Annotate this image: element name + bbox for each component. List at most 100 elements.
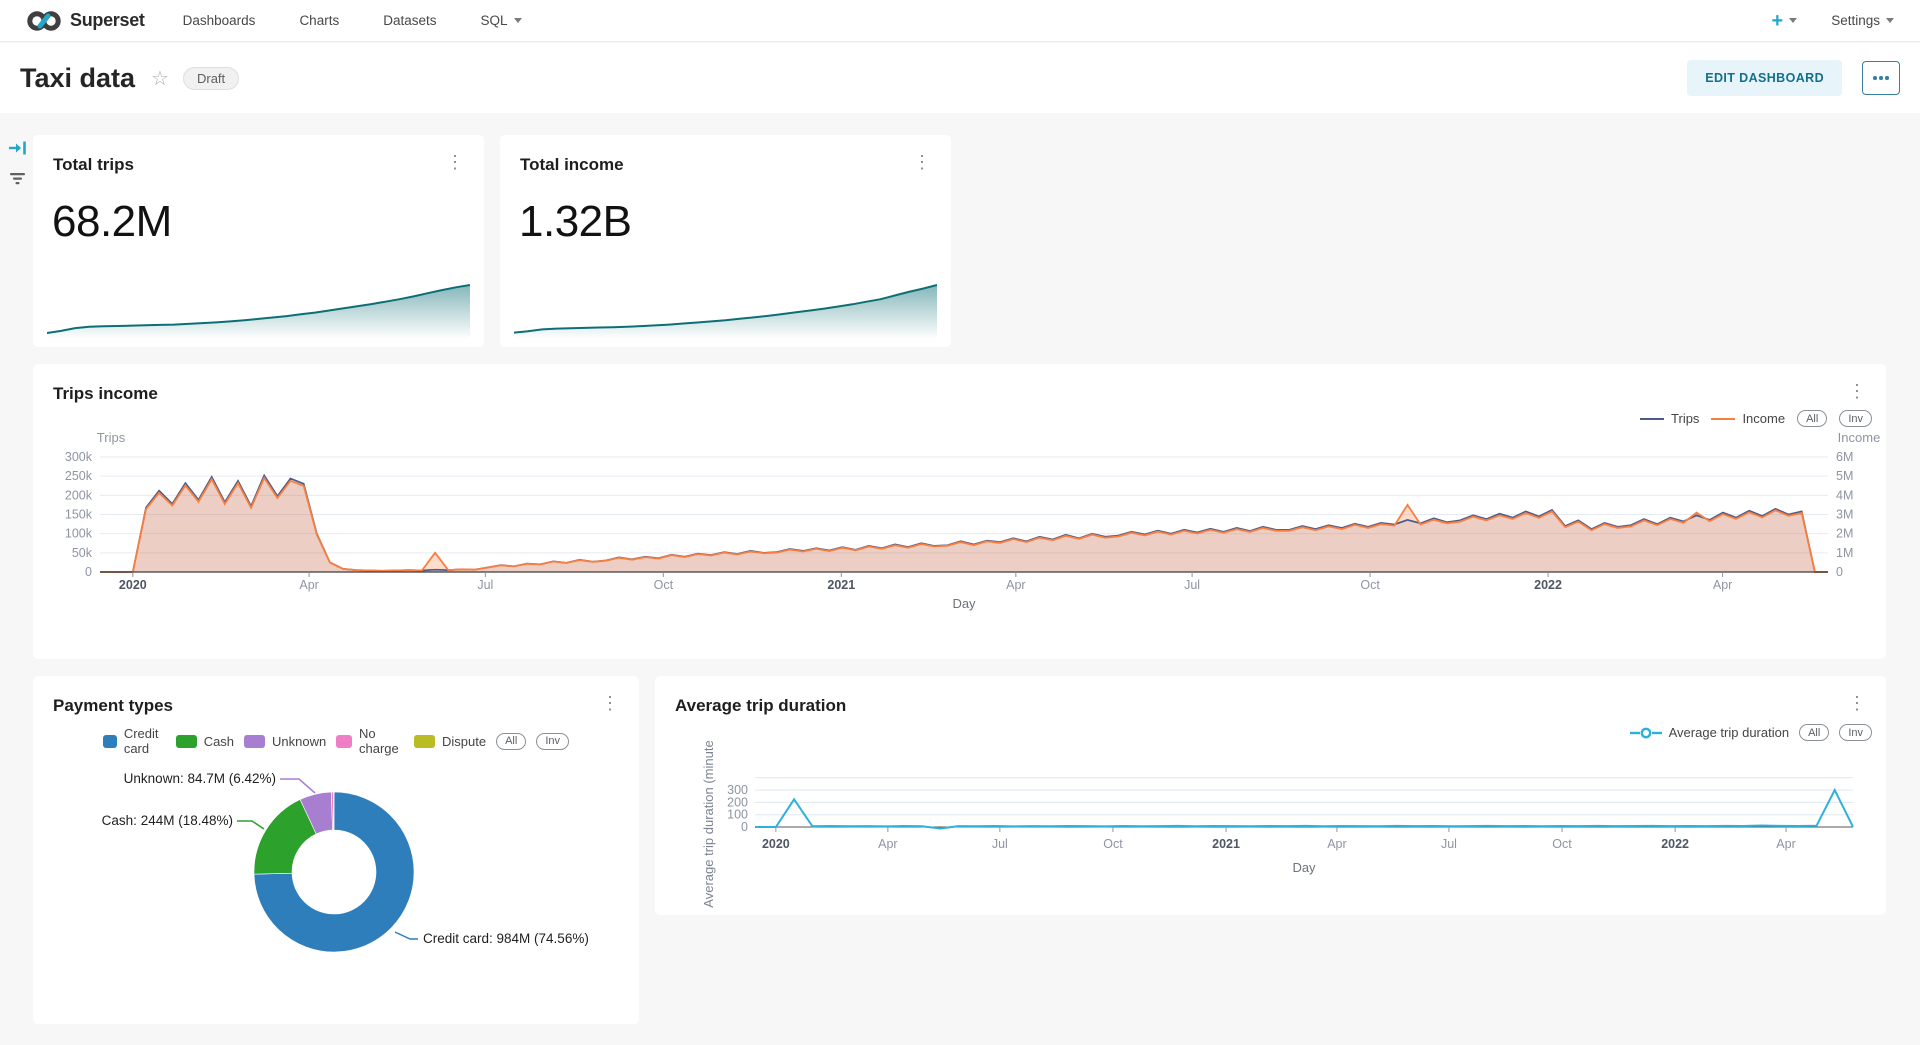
svg-text:300k: 300k <box>65 450 93 464</box>
favorite-star-icon[interactable]: ☆ <box>151 66 169 91</box>
card-title: Average trip duration <box>675 696 846 716</box>
chevron-down-icon <box>1886 18 1894 23</box>
trendline-chart <box>514 281 937 339</box>
svg-text:Income: Income <box>1838 430 1881 445</box>
card-title: Trips income <box>53 384 158 404</box>
big-number-value: 1.32B <box>519 197 631 247</box>
income-line-swatch <box>1711 418 1735 420</box>
nav-item-sql[interactable]: SQL <box>480 13 521 28</box>
svg-text:2022: 2022 <box>1534 578 1562 592</box>
dashboard-page: Superset Dashboards Charts Datasets SQL … <box>0 0 1920 1045</box>
card-total-income: Total income ⋮ 1.32B <box>500 135 951 347</box>
trendline-chart <box>47 281 470 339</box>
edit-dashboard-button[interactable]: EDIT DASHBOARD <box>1687 60 1842 96</box>
svg-text:2020: 2020 <box>119 578 147 592</box>
svg-text:300: 300 <box>727 783 748 797</box>
svg-text:Jul: Jul <box>992 837 1008 851</box>
svg-text:2M: 2M <box>1836 527 1853 541</box>
card-title: Total income <box>520 155 624 175</box>
status-badge: Draft <box>183 67 239 90</box>
header-actions: EDIT DASHBOARD <box>1687 60 1900 96</box>
svg-text:Jul: Jul <box>1441 837 1457 851</box>
card-title: Payment types <box>53 696 173 716</box>
nav-item-datasets[interactable]: Datasets <box>383 13 436 28</box>
nav-item-dashboards[interactable]: Dashboards <box>183 13 256 28</box>
svg-text:Trips: Trips <box>97 430 126 445</box>
top-nav: Superset Dashboards Charts Datasets SQL … <box>0 0 1920 42</box>
chevron-down-icon <box>514 18 522 23</box>
kebab-menu-icon[interactable]: ⋮ <box>440 151 470 173</box>
svg-text:Oct: Oct <box>1103 837 1123 851</box>
nav-menu: Dashboards Charts Datasets SQL <box>183 13 522 28</box>
svg-text:50k: 50k <box>72 546 93 560</box>
svg-text:0: 0 <box>1836 565 1843 579</box>
filter-icon[interactable] <box>9 172 27 186</box>
svg-text:200k: 200k <box>65 488 93 502</box>
superset-logo[interactable]: Superset <box>26 9 145 33</box>
svg-text:Apr: Apr <box>299 578 318 592</box>
svg-text:Jul: Jul <box>477 578 493 592</box>
payment-types-donut-chart: Unknown: 84.7M (6.42%) Cash: 244M (18.48%… <box>33 736 639 1024</box>
svg-text:100k: 100k <box>65 527 93 541</box>
svg-text:2020: 2020 <box>762 837 790 851</box>
legend-item-income[interactable]: Income <box>1711 411 1785 426</box>
page-title: Taxi data <box>20 63 135 94</box>
card-payment-types: Payment types ⋮ Credit card Cash Unknown… <box>33 676 639 1024</box>
settings-menu[interactable]: Settings <box>1831 13 1894 28</box>
svg-text:0: 0 <box>85 565 92 579</box>
kebab-menu-icon[interactable]: ⋮ <box>1842 380 1872 402</box>
nav-item-charts[interactable]: Charts <box>299 13 339 28</box>
svg-text:Unknown: 84.7M (6.42%): Unknown: 84.7M (6.42%) <box>124 771 276 786</box>
svg-text:6M: 6M <box>1836 450 1853 464</box>
svg-text:Oct: Oct <box>1552 837 1572 851</box>
nav-right: + Settings <box>1772 11 1894 31</box>
card-title: Total trips <box>53 155 134 175</box>
expand-filter-bar-icon[interactable] <box>8 140 28 156</box>
svg-text:Oct: Oct <box>654 578 674 592</box>
svg-text:150k: 150k <box>65 508 93 522</box>
big-number-value: 68.2M <box>52 197 172 247</box>
svg-text:Average trip duration (minute: Average trip duration (minute <box>701 740 716 907</box>
dashboard-header: Taxi data ☆ Draft EDIT DASHBOARD <box>0 43 1920 113</box>
svg-text:2021: 2021 <box>827 578 855 592</box>
svg-text:2021: 2021 <box>1212 837 1240 851</box>
legend-all-pill[interactable]: All <box>1797 410 1827 427</box>
plus-icon: + <box>1772 11 1784 31</box>
kebab-menu-icon[interactable]: ⋮ <box>595 692 625 714</box>
trips-income-chart: 0 0 50k 1M 100k 2M 150k 3M 200k 4M 250k 5M 300k 6M Tri… <box>33 426 1886 621</box>
svg-text:200: 200 <box>727 795 748 809</box>
svg-text:Apr: Apr <box>878 837 897 851</box>
svg-text:2022: 2022 <box>1661 837 1689 851</box>
card-total-trips: Total trips ⋮ 68.2M <box>33 135 484 347</box>
svg-text:Apr: Apr <box>1776 837 1795 851</box>
svg-text:4M: 4M <box>1836 488 1853 502</box>
svg-text:5M: 5M <box>1836 469 1853 483</box>
more-actions-button[interactable] <box>1862 61 1900 95</box>
svg-text:Apr: Apr <box>1006 578 1025 592</box>
svg-text:Day: Day <box>952 596 976 611</box>
legend-inv-pill[interactable]: Inv <box>1839 410 1872 427</box>
avg-trip-duration-chart: 0100200300 Average trip duration (minute 2… <box>655 736 1886 914</box>
svg-text:250k: 250k <box>65 469 93 483</box>
svg-text:0: 0 <box>741 820 748 834</box>
svg-text:Day: Day <box>1292 860 1316 875</box>
trips-line-swatch <box>1640 418 1664 420</box>
brand-name: Superset <box>70 10 145 31</box>
kebab-menu-icon[interactable]: ⋮ <box>907 151 937 173</box>
svg-text:1M: 1M <box>1836 546 1853 560</box>
card-avg-trip-duration: Average trip duration ⋮ Average trip dur… <box>655 676 1886 915</box>
new-button[interactable]: + <box>1772 11 1798 31</box>
svg-text:Oct: Oct <box>1360 578 1380 592</box>
svg-text:Jul: Jul <box>1184 578 1200 592</box>
kebab-menu-icon[interactable]: ⋮ <box>1842 692 1872 714</box>
svg-text:Apr: Apr <box>1713 578 1732 592</box>
svg-text:3M: 3M <box>1836 508 1853 522</box>
svg-text:Apr: Apr <box>1327 837 1346 851</box>
chevron-down-icon <box>1789 18 1797 23</box>
infinity-logo-icon <box>26 9 62 33</box>
card-trips-income: Trips income ⋮ Trips Income All Inv 0 0 50… <box>33 364 1886 659</box>
svg-text:100: 100 <box>727 808 748 822</box>
svg-text:Cash: 244M (18.48%): Cash: 244M (18.48%) <box>102 813 233 828</box>
chart-legend: Trips Income All Inv <box>1640 410 1872 427</box>
legend-item-trips[interactable]: Trips <box>1640 411 1699 426</box>
